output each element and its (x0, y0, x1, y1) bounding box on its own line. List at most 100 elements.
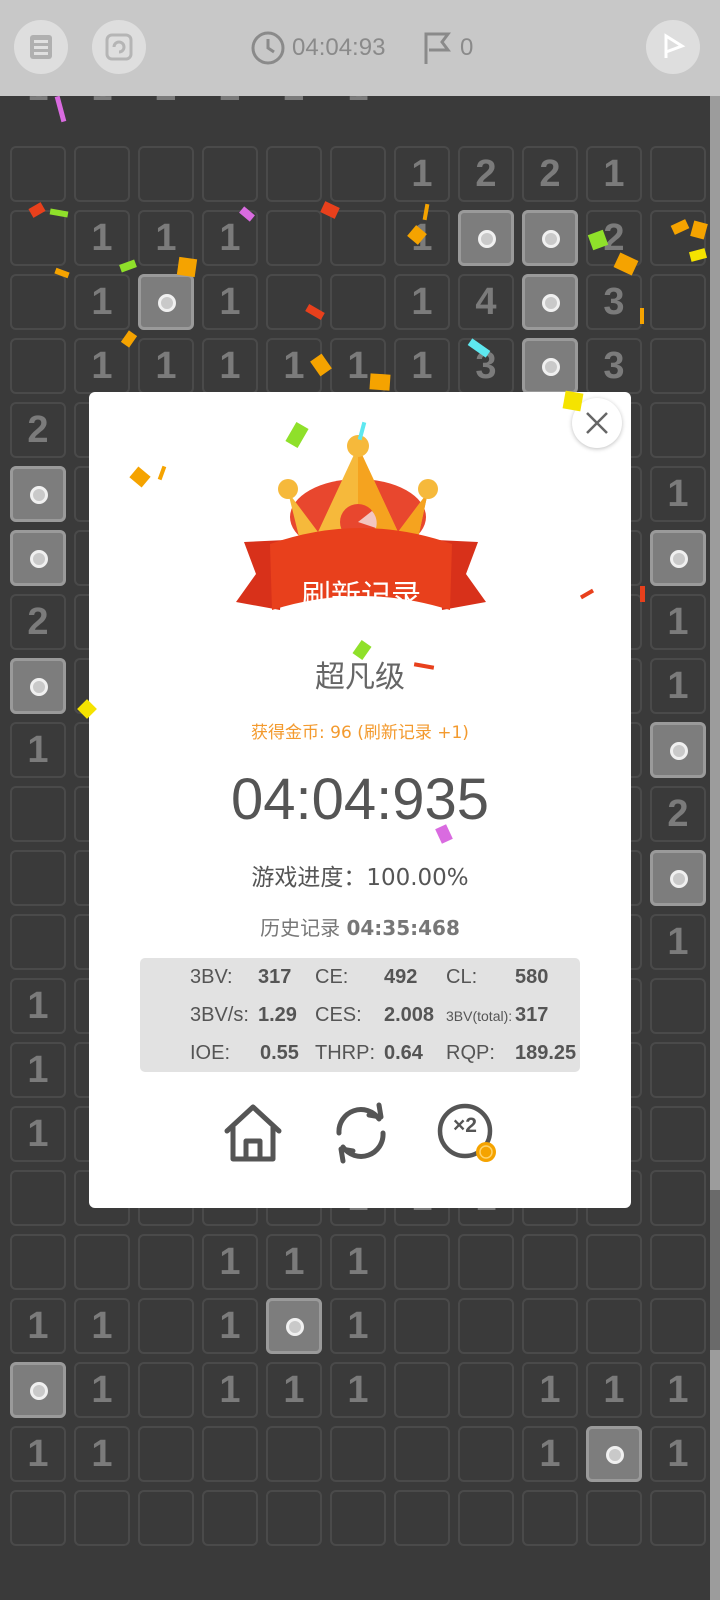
board-cell[interactable] (394, 1362, 450, 1418)
board-cell[interactable] (266, 146, 322, 202)
board-cell[interactable] (522, 1234, 578, 1290)
stat-value: 317 (515, 1004, 549, 1026)
cell-number: 2 (138, 96, 194, 116)
board-cell[interactable] (522, 1490, 578, 1546)
board-cell[interactable] (10, 850, 66, 906)
board-cell[interactable] (10, 914, 66, 970)
mine-cell (650, 530, 706, 586)
board-cell[interactable] (458, 1362, 514, 1418)
double-coins-button[interactable]: ×2 (432, 1098, 502, 1168)
board-cell[interactable] (330, 1426, 386, 1482)
board-cell[interactable] (330, 210, 386, 266)
board-cell[interactable] (650, 1298, 706, 1354)
board-cell[interactable] (458, 1490, 514, 1546)
cell-number: 1 (667, 921, 689, 963)
cell-number: 3 (475, 345, 497, 387)
board-cell[interactable] (74, 1234, 130, 1290)
board-cell[interactable] (10, 1170, 66, 1226)
board-cell[interactable] (330, 1490, 386, 1546)
cell-number: 1 (219, 281, 241, 323)
cell-number: 1 (330, 96, 386, 116)
flag-icon (424, 32, 451, 64)
board-cell[interactable] (74, 1490, 130, 1546)
cell-number: 1 (411, 345, 433, 387)
board-cell[interactable] (266, 210, 322, 266)
board-cell[interactable] (202, 1490, 258, 1546)
completion-time: 04:04:935 (230, 767, 490, 832)
cell-number: 1 (91, 1305, 113, 1347)
restart-button[interactable] (92, 20, 146, 74)
board-cell[interactable] (74, 146, 130, 202)
cell-number: 1 (411, 153, 433, 195)
board-cell[interactable] (394, 1490, 450, 1546)
board-cell[interactable] (458, 1234, 514, 1290)
board-cell[interactable] (138, 1362, 194, 1418)
ribbon-title: 刷新记录 (301, 579, 421, 614)
board-cell[interactable] (458, 1298, 514, 1354)
stats-panel: 3BV: 317 CE: 492 CL: 580 3BV/s: 1.29 CES… (140, 958, 580, 1072)
board-cell[interactable] (650, 1042, 706, 1098)
cell-number: 1 (27, 985, 49, 1027)
hint-button[interactable] (646, 20, 700, 74)
cell-number: 1 (667, 601, 689, 643)
board-cell[interactable] (138, 1298, 194, 1354)
board-cell[interactable] (10, 274, 66, 330)
board-cell[interactable] (138, 1426, 194, 1482)
mine-cell (586, 1426, 642, 1482)
board-cell[interactable] (330, 274, 386, 330)
scrollbar-track[interactable] (710, 96, 720, 1600)
cell-number: 1 (27, 1433, 49, 1475)
menu-button[interactable] (14, 20, 68, 74)
board-cell[interactable] (458, 1426, 514, 1482)
refresh-icon (336, 1102, 386, 1164)
board-cell[interactable] (10, 1490, 66, 1546)
board-cell[interactable] (522, 1298, 578, 1354)
board-cell[interactable] (10, 786, 66, 842)
board-cell[interactable] (650, 402, 706, 458)
board-cell[interactable] (650, 1106, 706, 1162)
board-cell[interactable] (394, 1426, 450, 1482)
board-cell[interactable] (586, 1490, 642, 1546)
board-cell[interactable] (138, 1490, 194, 1546)
cell-number: 1 (539, 1433, 561, 1475)
replay-button[interactable] (326, 1098, 396, 1168)
history-record: 历史记录 04:35:468 (89, 912, 631, 941)
cell-number: 1 (603, 1369, 625, 1411)
board-cell[interactable] (394, 1234, 450, 1290)
cell-number: 1 (347, 1369, 369, 1411)
board-cell[interactable] (266, 1490, 322, 1546)
board-cell[interactable] (10, 338, 66, 394)
stat-label: IOE: (190, 1042, 231, 1064)
board-cell[interactable] (650, 1170, 706, 1226)
stat-label: 3BV(total): (446, 1008, 513, 1024)
board-cell[interactable] (138, 1234, 194, 1290)
stat-label: CES: (315, 1004, 362, 1026)
board-cell[interactable] (266, 1426, 322, 1482)
stat-label: 3BV/s: (190, 1004, 249, 1026)
cell-number: 1 (91, 1369, 113, 1411)
board-cell[interactable] (202, 1426, 258, 1482)
board-cell[interactable] (650, 1234, 706, 1290)
board-cell[interactable] (586, 1298, 642, 1354)
board-cell[interactable] (10, 146, 66, 202)
board-cell[interactable] (266, 274, 322, 330)
board-cell[interactable] (650, 978, 706, 1034)
board-cell[interactable] (586, 1234, 642, 1290)
scrollbar-thumb[interactable] (710, 1190, 720, 1350)
board-cell[interactable] (650, 1490, 706, 1546)
board-cell[interactable] (650, 274, 706, 330)
board-cell[interactable] (10, 1234, 66, 1290)
board-cell[interactable] (10, 210, 66, 266)
board-cell[interactable] (650, 338, 706, 394)
close-icon (586, 412, 608, 434)
board-cell[interactable] (138, 146, 194, 202)
cell-number: 1 (27, 1113, 49, 1155)
cell-number: 1 (27, 729, 49, 771)
home-button[interactable] (218, 1098, 288, 1168)
board-cell[interactable] (330, 146, 386, 202)
board-cell[interactable] (394, 1298, 450, 1354)
board-cell[interactable] (650, 146, 706, 202)
board-cell[interactable] (202, 146, 258, 202)
cell-number: 2 (667, 793, 689, 835)
stat-value: 580 (515, 966, 549, 988)
